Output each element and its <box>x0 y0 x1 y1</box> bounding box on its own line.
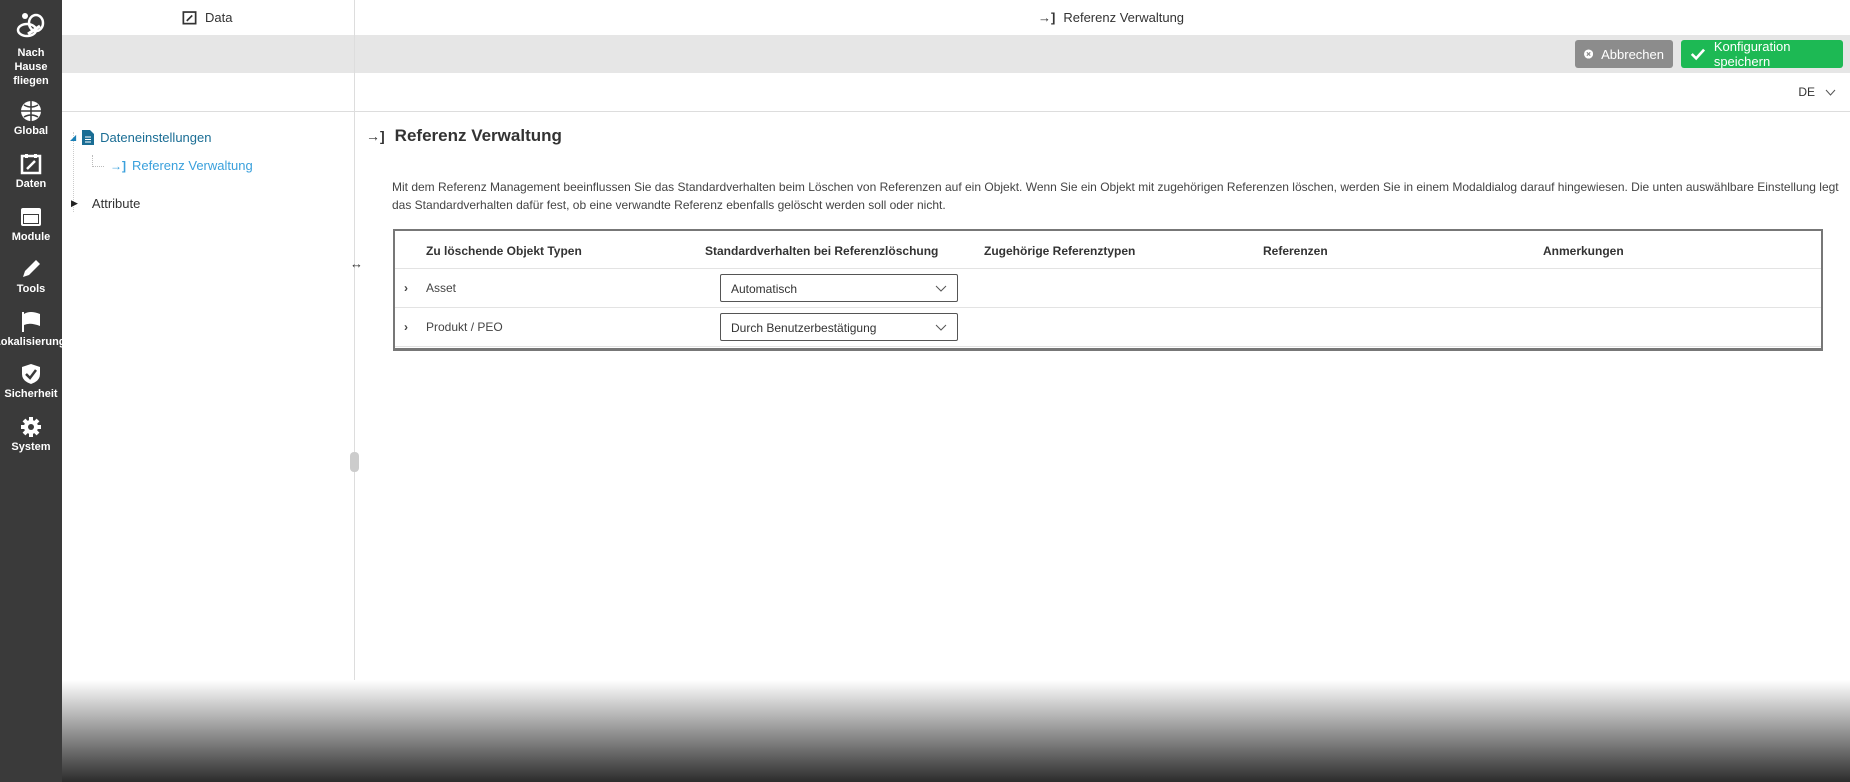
tab-data[interactable]: Data <box>182 0 232 35</box>
tree-node-dateneinstellungen[interactable]: ◢ Dateneinstellungen <box>70 130 211 145</box>
collapsed-triangle-icon: ▶ <box>71 198 78 208</box>
shield-check-icon <box>22 364 40 384</box>
behavior-value: Automatisch <box>731 282 798 296</box>
sidebar-item-tools[interactable]: Tools <box>0 258 62 296</box>
cancel-label: Abbrechen <box>1601 46 1664 62</box>
expand-chevron-icon[interactable]: › <box>404 320 408 334</box>
tree-node-attribute[interactable]: ▶ Attribute <box>71 196 140 211</box>
table-header-row: Zu löschende Objekt Typen Standardverhal… <box>395 231 1821 269</box>
sidebar-item-daten[interactable]: Daten <box>0 153 62 191</box>
check-icon <box>1690 48 1706 61</box>
cancel-button[interactable]: Abbrechen <box>1575 40 1673 68</box>
globe-icon <box>21 101 41 121</box>
page-title-text: Referenz Verwaltung <box>394 126 562 145</box>
expanded-triangle-icon: ◢ <box>70 133 77 142</box>
chevron-down-icon <box>935 285 947 292</box>
tree-node-label: Dateneinstellungen <box>100 130 212 145</box>
sidebar: Nach Hause fliegen Global Daten Module T… <box>0 0 66 782</box>
toolbar: Abbrechen Konfiguration speichern <box>62 35 1850 73</box>
sidebar-item-system[interactable]: System <box>0 416 62 454</box>
tab-label: Referenz Verwaltung <box>1063 10 1185 25</box>
chevron-down-icon <box>1825 89 1836 96</box>
document-icon <box>82 130 95 145</box>
behavior-select[interactable]: Automatisch <box>720 274 958 302</box>
tree-connector <box>92 154 104 167</box>
flag-icon <box>22 312 40 332</box>
gear-icon <box>21 417 41 437</box>
chevron-down-icon <box>935 324 947 331</box>
save-label: Konfiguration speichern <box>1713 39 1791 69</box>
panel-divider[interactable] <box>354 0 355 782</box>
column-header: Standardverhalten bei Referenzlöschung <box>705 244 939 258</box>
language-value: DE <box>1798 85 1815 99</box>
language-select[interactable]: DE <box>1798 85 1836 99</box>
sidebar-item-label: Nach Hause fliegen <box>13 47 49 87</box>
bee-icon <box>16 13 45 38</box>
tab-label: Data <box>205 10 233 25</box>
calendar-edit-icon <box>182 11 197 25</box>
sidebar-item-global[interactable]: Global <box>0 100 62 138</box>
sidebar-item-lokalisierung[interactable]: Lokalisierung <box>0 311 66 349</box>
pencil-icon <box>23 260 40 277</box>
object-type: Asset <box>426 281 457 295</box>
page-title: →] Referenz Verwaltung <box>366 126 562 146</box>
description: Mit dem Referenz Management beeinflussen… <box>392 180 1839 212</box>
tree-node-referenz-verwaltung[interactable]: →] Referenz Verwaltung <box>92 154 253 173</box>
tree-node-label: Attribute <box>91 196 141 211</box>
save-button[interactable]: Konfiguration speichern <box>1681 39 1843 69</box>
sidebar-item-sicherheit[interactable]: Sicherheit <box>0 363 62 401</box>
column-header: Referenzen <box>1263 244 1328 258</box>
tab-bar: Data →] Referenz Verwaltung <box>62 0 1850 35</box>
sidebar-item-label: Tools <box>16 283 46 295</box>
table-row: › Asset Automatisch <box>395 269 1821 308</box>
sidebar-item-label: Daten <box>15 178 47 190</box>
behavior-select[interactable]: Durch Benutzerbestätigung <box>720 313 958 341</box>
tab-referenz-verwaltung[interactable]: →] Referenz Verwaltung <box>1038 0 1184 35</box>
expand-chevron-icon[interactable]: › <box>404 281 408 295</box>
sidebar-item-home[interactable]: Nach Hause fliegen <box>0 10 62 88</box>
sidebar-item-label: System <box>11 441 51 453</box>
resize-cursor-icon: ↔ <box>350 256 363 271</box>
sidebar-item-module[interactable]: Module <box>0 206 62 244</box>
sign-in-icon: →] <box>1038 10 1056 25</box>
tree-node-label: Referenz Verwaltung <box>132 158 253 173</box>
behavior-value: Durch Benutzerbestätigung <box>731 321 877 335</box>
table-row: › Produkt / PEO Durch Benutzerbestätigun… <box>395 308 1821 347</box>
window-icon <box>21 208 41 226</box>
sidebar-item-label: Module <box>11 231 51 243</box>
sidebar-item-label: Global <box>13 125 49 137</box>
sign-in-icon: →] <box>110 158 126 173</box>
bottom-fade-overlay <box>62 680 1850 782</box>
object-type: Produkt / PEO <box>426 320 503 334</box>
language-row: DE <box>62 73 1850 112</box>
resize-handle[interactable] <box>350 452 359 472</box>
close-circle-icon <box>1584 49 1594 59</box>
column-header: Anmerkungen <box>1543 244 1624 258</box>
calendar-edit-icon <box>20 154 42 175</box>
reference-table: Zu löschende Objekt Typen Standardverhal… <box>393 229 1823 351</box>
sidebar-item-label: Sicherheit <box>4 388 58 400</box>
column-header: Zugehörige Referenztypen <box>984 244 1136 258</box>
sidebar-item-label: Lokalisierung <box>0 336 66 348</box>
column-header: Zu löschende Objekt Typen <box>426 244 582 258</box>
sign-in-icon: →] <box>366 128 385 144</box>
